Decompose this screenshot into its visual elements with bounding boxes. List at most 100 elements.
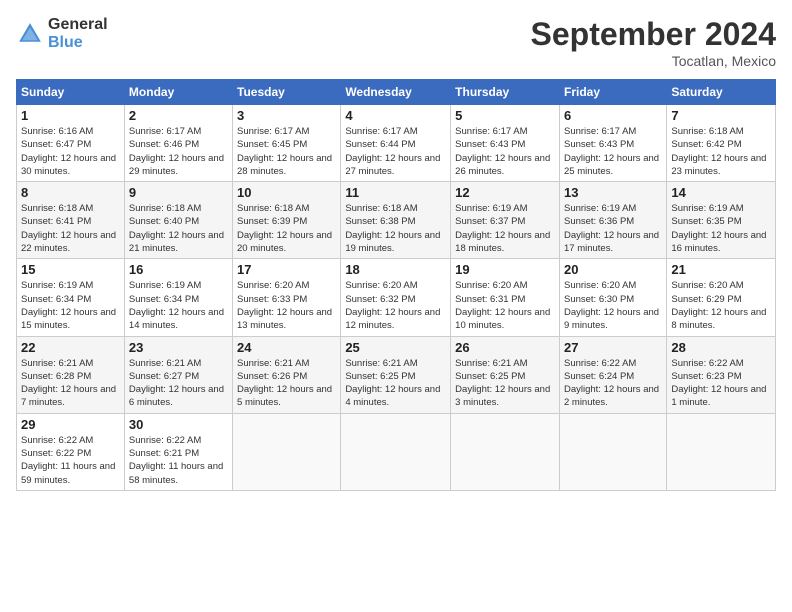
day-number: 25 xyxy=(345,340,446,355)
day-info: Sunrise: 6:18 AM Sunset: 6:39 PM Dayligh… xyxy=(237,202,336,255)
table-row: 6 Sunrise: 6:17 AM Sunset: 6:43 PM Daylig… xyxy=(559,105,666,182)
day-info: Sunrise: 6:22 AM Sunset: 6:22 PM Dayligh… xyxy=(21,434,120,487)
day-info: Sunrise: 6:21 AM Sunset: 6:27 PM Dayligh… xyxy=(129,357,228,410)
table-row xyxy=(341,413,451,490)
table-row: 8 Sunrise: 6:18 AM Sunset: 6:41 PM Daylig… xyxy=(17,182,125,259)
day-number: 9 xyxy=(129,185,228,200)
header: General Blue September 2024 Tocatlan, Me… xyxy=(16,16,776,69)
table-row: 23 Sunrise: 6:21 AM Sunset: 6:27 PM Dayli… xyxy=(124,336,232,413)
day-number: 29 xyxy=(21,417,120,432)
day-info: Sunrise: 6:17 AM Sunset: 6:44 PM Dayligh… xyxy=(345,125,446,178)
day-number: 17 xyxy=(237,262,336,277)
day-number: 4 xyxy=(345,108,446,123)
calendar-week-1: 1 Sunrise: 6:16 AM Sunset: 6:47 PM Daylig… xyxy=(17,105,776,182)
day-info: Sunrise: 6:20 AM Sunset: 6:29 PM Dayligh… xyxy=(671,279,771,332)
day-info: Sunrise: 6:20 AM Sunset: 6:33 PM Dayligh… xyxy=(237,279,336,332)
day-number: 16 xyxy=(129,262,228,277)
day-number: 15 xyxy=(21,262,120,277)
day-number: 22 xyxy=(21,340,120,355)
table-row: 12Sunrise: 6:19 AM Sunset: 6:37 PM Dayli… xyxy=(451,182,560,259)
table-row: 14 Sunrise: 6:19 AM Sunset: 6:35 PM Dayli… xyxy=(667,182,776,259)
day-number: 23 xyxy=(129,340,228,355)
day-info: Sunrise: 6:21 AM Sunset: 6:28 PM Dayligh… xyxy=(21,357,120,410)
table-row: 11 Sunrise: 6:18 AM Sunset: 6:38 PM Dayli… xyxy=(341,182,451,259)
day-number: 2 xyxy=(129,108,228,123)
day-info: Sunrise: 6:21 AM Sunset: 6:26 PM Dayligh… xyxy=(237,357,336,410)
calendar-week-5: 29 Sunrise: 6:22 AM Sunset: 6:22 PM Dayli… xyxy=(17,413,776,490)
day-number: 10 xyxy=(237,185,336,200)
table-row xyxy=(559,413,666,490)
col-thursday: Thursday xyxy=(451,80,560,105)
day-info: Sunrise: 6:17 AM Sunset: 6:43 PM Dayligh… xyxy=(455,125,555,178)
table-row: 28 Sunrise: 6:22 AM Sunset: 6:23 PM Dayli… xyxy=(667,336,776,413)
day-info: Sunrise: 6:20 AM Sunset: 6:31 PM Dayligh… xyxy=(455,279,555,332)
col-wednesday: Wednesday xyxy=(341,80,451,105)
day-info: Sunrise: 6:19 AM Sunset: 6:34 PM Dayligh… xyxy=(129,279,228,332)
day-number: 14 xyxy=(671,185,771,200)
logo-general: General xyxy=(48,16,108,33)
table-row: 18 Sunrise: 6:20 AM Sunset: 6:32 PM Dayli… xyxy=(341,259,451,336)
day-number: 13 xyxy=(564,185,662,200)
table-row: 22 Sunrise: 6:21 AM Sunset: 6:28 PM Dayli… xyxy=(17,336,125,413)
day-number: 1 xyxy=(21,108,120,123)
day-info: Sunrise: 6:22 AM Sunset: 6:23 PM Dayligh… xyxy=(671,357,771,410)
day-info: Sunrise: 6:22 AM Sunset: 6:21 PM Dayligh… xyxy=(129,434,228,487)
calendar-week-2: 8 Sunrise: 6:18 AM Sunset: 6:41 PM Daylig… xyxy=(17,182,776,259)
day-number: 7 xyxy=(671,108,771,123)
day-info: Sunrise: 6:22 AM Sunset: 6:24 PM Dayligh… xyxy=(564,357,662,410)
table-row: 16 Sunrise: 6:19 AM Sunset: 6:34 PM Dayli… xyxy=(124,259,232,336)
col-saturday: Saturday xyxy=(667,80,776,105)
day-number: 18 xyxy=(345,262,446,277)
logo-blue: Blue xyxy=(48,34,83,51)
calendar-table: Sunday Monday Tuesday Wednesday Thursday… xyxy=(16,79,776,491)
month-title: September 2024 xyxy=(531,16,776,53)
day-number: 8 xyxy=(21,185,120,200)
day-number: 5 xyxy=(455,108,555,123)
table-row: 17 Sunrise: 6:20 AM Sunset: 6:33 PM Dayli… xyxy=(233,259,341,336)
day-number: 30 xyxy=(129,417,228,432)
title-block: September 2024 Tocatlan, Mexico xyxy=(531,16,776,69)
table-row: 10 Sunrise: 6:18 AM Sunset: 6:39 PM Dayli… xyxy=(233,182,341,259)
day-info: Sunrise: 6:18 AM Sunset: 6:38 PM Dayligh… xyxy=(345,202,446,255)
calendar-week-4: 22 Sunrise: 6:21 AM Sunset: 6:28 PM Dayli… xyxy=(17,336,776,413)
day-number: 26 xyxy=(455,340,555,355)
day-info: Sunrise: 6:19 AM Sunset: 6:36 PM Dayligh… xyxy=(564,202,662,255)
table-row: 20 Sunrise: 6:20 AM Sunset: 6:30 PM Dayli… xyxy=(559,259,666,336)
table-row xyxy=(451,413,560,490)
table-row: 9 Sunrise: 6:18 AM Sunset: 6:40 PM Daylig… xyxy=(124,182,232,259)
page-container: General Blue September 2024 Tocatlan, Me… xyxy=(0,0,792,499)
table-row xyxy=(667,413,776,490)
day-number: 27 xyxy=(564,340,662,355)
day-info: Sunrise: 6:21 AM Sunset: 6:25 PM Dayligh… xyxy=(345,357,446,410)
table-row: 2 Sunrise: 6:17 AM Sunset: 6:46 PM Daylig… xyxy=(124,105,232,182)
day-number: 6 xyxy=(564,108,662,123)
day-info: Sunrise: 6:20 AM Sunset: 6:30 PM Dayligh… xyxy=(564,279,662,332)
day-info: Sunrise: 6:18 AM Sunset: 6:42 PM Dayligh… xyxy=(671,125,771,178)
table-row: 4 Sunrise: 6:17 AM Sunset: 6:44 PM Daylig… xyxy=(341,105,451,182)
col-sunday: Sunday xyxy=(17,80,125,105)
logo: General Blue xyxy=(16,16,108,52)
table-row xyxy=(233,413,341,490)
day-info: Sunrise: 6:20 AM Sunset: 6:32 PM Dayligh… xyxy=(345,279,446,332)
day-number: 19 xyxy=(455,262,555,277)
day-info: Sunrise: 6:18 AM Sunset: 6:40 PM Dayligh… xyxy=(129,202,228,255)
day-info: Sunrise: 6:16 AM Sunset: 6:47 PM Dayligh… xyxy=(21,125,120,178)
table-row: 3Sunrise: 6:17 AM Sunset: 6:45 PM Daylig… xyxy=(233,105,341,182)
day-number: 11 xyxy=(345,185,446,200)
table-row: 13 Sunrise: 6:19 AM Sunset: 6:36 PM Dayli… xyxy=(559,182,666,259)
logo-icon xyxy=(16,20,44,48)
day-number: 28 xyxy=(671,340,771,355)
day-info: Sunrise: 6:18 AM Sunset: 6:41 PM Dayligh… xyxy=(21,202,120,255)
day-info: Sunrise: 6:17 AM Sunset: 6:46 PM Dayligh… xyxy=(129,125,228,178)
day-number: 20 xyxy=(564,262,662,277)
day-info: Sunrise: 6:17 AM Sunset: 6:43 PM Dayligh… xyxy=(564,125,662,178)
day-info: Sunrise: 6:19 AM Sunset: 6:37 PM Dayligh… xyxy=(455,202,555,255)
table-row: 25 Sunrise: 6:21 AM Sunset: 6:25 PM Dayli… xyxy=(341,336,451,413)
table-row: 24Sunrise: 6:21 AM Sunset: 6:26 PM Dayli… xyxy=(233,336,341,413)
day-number: 3 xyxy=(237,108,336,123)
table-row: 29 Sunrise: 6:22 AM Sunset: 6:22 PM Dayli… xyxy=(17,413,125,490)
col-friday: Friday xyxy=(559,80,666,105)
table-row: 30 Sunrise: 6:22 AM Sunset: 6:21 PM Dayli… xyxy=(124,413,232,490)
day-info: Sunrise: 6:19 AM Sunset: 6:35 PM Dayligh… xyxy=(671,202,771,255)
day-info: Sunrise: 6:19 AM Sunset: 6:34 PM Dayligh… xyxy=(21,279,120,332)
